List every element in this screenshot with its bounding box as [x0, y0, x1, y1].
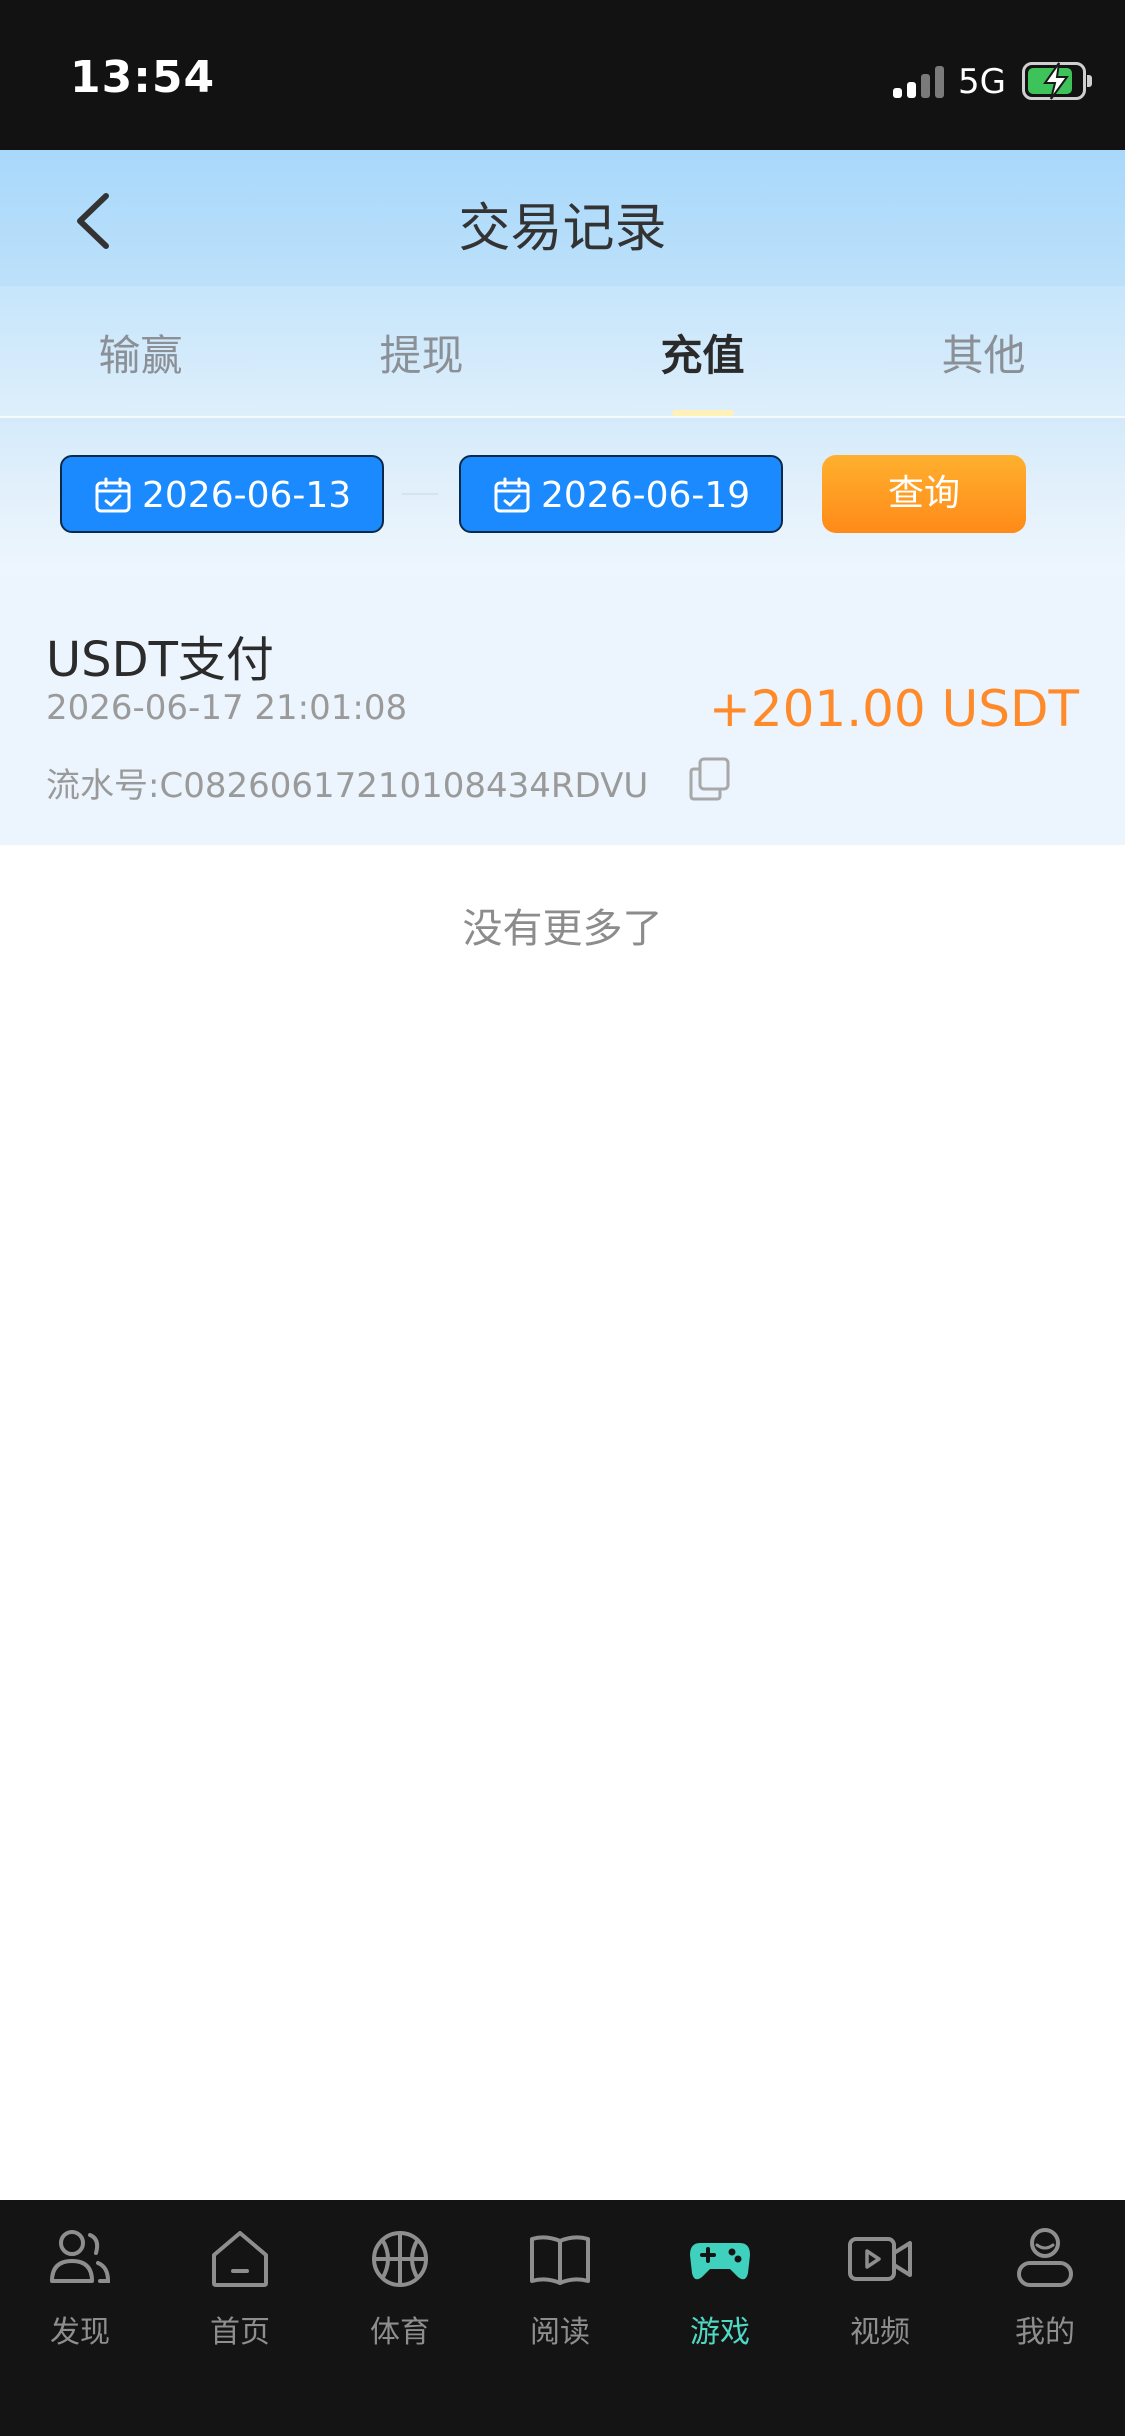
list-end-text: 没有更多了 — [462, 906, 663, 952]
nav-label: 视频 — [850, 2315, 910, 2350]
nav-item-video[interactable]: 视频 — [800, 2225, 960, 2355]
active-tab-indicator — [672, 410, 734, 416]
users-icon — [50, 2230, 111, 2283]
start-date-text: 2026-06-13 — [142, 475, 352, 516]
tab-win-loss[interactable]: 输赢 — [0, 322, 281, 383]
nav-label: 发现 — [50, 2315, 110, 2350]
nav-item-me[interactable]: 我的 — [965, 2225, 1125, 2355]
record-amount: +201.00 USDT — [708, 680, 1079, 738]
nav-item-discover[interactable]: 发现 — [0, 2225, 160, 2355]
end-date-picker[interactable]: 2026-06-19 — [459, 455, 783, 533]
nav-item-games[interactable]: 游戏 — [640, 2225, 800, 2355]
video-icon — [848, 2237, 912, 2281]
profile-icon — [1017, 2228, 1073, 2287]
book-icon — [530, 2235, 590, 2285]
tab-withdraw[interactable]: 提现 — [281, 322, 562, 383]
status-time: 13:54 — [70, 52, 216, 103]
nav-item-sports[interactable]: 体育 — [320, 2225, 480, 2355]
record-serial-number: 流水号:C08260617210108434RDVU — [46, 766, 649, 806]
nav-label: 我的 — [1015, 2315, 1075, 2350]
calendar-icon — [494, 477, 530, 513]
page-title: 交易记录 — [458, 199, 667, 259]
nav-item-read[interactable]: 阅读 — [480, 2225, 640, 2355]
record-title: USDT支付 — [46, 632, 274, 688]
nav-label: 首页 — [210, 2315, 270, 2350]
record-time: 2026-06-17 21:01:08 — [46, 688, 408, 728]
signal-icon — [893, 66, 945, 98]
home-icon — [212, 2231, 268, 2287]
query-button[interactable]: 查询 — [822, 455, 1026, 533]
nav-label: 游戏 — [690, 2315, 750, 2350]
tab-deposit[interactable]: 充值 — [562, 322, 843, 383]
start-date-picker[interactable]: 2026-06-13 — [60, 455, 384, 533]
nav-label: 体育 — [370, 2315, 430, 2350]
gamepad-icon — [690, 2243, 750, 2280]
copy-icon[interactable] — [688, 756, 732, 802]
date-range-separator — [402, 493, 438, 495]
end-date-text: 2026-06-19 — [541, 475, 751, 516]
nav-label: 阅读 — [530, 2315, 590, 2350]
basketball-icon — [372, 2231, 428, 2287]
calendar-icon — [95, 477, 131, 513]
nav-item-home[interactable]: 首页 — [160, 2225, 320, 2355]
battery-icon — [1022, 62, 1092, 100]
network-type: 5G — [958, 62, 1006, 102]
status-bar: 13:54 5G — [0, 0, 1125, 150]
tab-other[interactable]: 其他 — [843, 322, 1124, 383]
